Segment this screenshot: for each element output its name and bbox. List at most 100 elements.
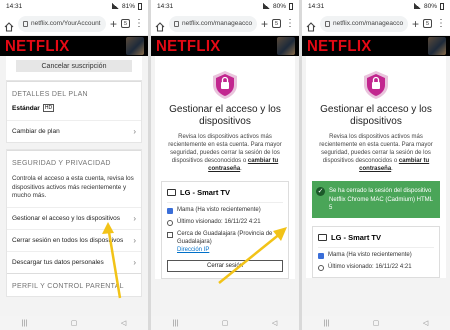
device-name: LG - Smart TV	[180, 188, 231, 198]
security-card: SEGURIDAD Y PRIVACIDAD Controla el acces…	[6, 149, 142, 297]
android-nav-bar: ||| ▢ ◁	[302, 316, 450, 330]
recents-icon[interactable]: |||	[173, 320, 178, 327]
page-description: Revisa los dispositivos activos más reci…	[319, 134, 433, 173]
manage-content: Gestionar el acceso y los dispositivos R…	[302, 56, 450, 316]
manage-content: Gestionar el acceso y los dispositivos R…	[151, 56, 299, 316]
new-tab-icon[interactable]: +	[261, 18, 268, 30]
menu-icon[interactable]: ⋮	[134, 18, 144, 29]
account-content: Cancelar suscripción DETALLES DEL PLAN E…	[0, 56, 148, 316]
phone-screen-signed-out: 14:31 80% netflix.com/manageacco + 5 ⋮ N…	[302, 0, 450, 330]
chevron-right-icon: ›	[133, 127, 136, 136]
avatar[interactable]	[277, 37, 295, 55]
ip-address-link[interactable]: Dirección IP	[177, 247, 209, 253]
battery-icon	[289, 2, 293, 10]
menu-icon[interactable]: ⋮	[436, 18, 446, 29]
device-last-seen-line: Último visionado: 16/11/22 4:21	[167, 215, 283, 227]
device-card: LG - Smart TV Mama (Ha visto recientemen…	[312, 225, 440, 279]
sign-out-all-link[interactable]: Cerrar sesión en todos los dispositivos ›	[7, 228, 141, 251]
netflix-header: NETFLIX	[0, 36, 148, 56]
profile-icon	[318, 252, 324, 259]
location-text: Cerca de Guadalajara (Provincia de Guada…	[177, 231, 273, 245]
battery-level: 81%	[121, 2, 135, 10]
success-message: Se ha cerrado la sesión del dispositivo …	[329, 188, 433, 211]
security-section-title: SEGURIDAD Y PRIVACIDAD	[7, 150, 141, 173]
netflix-header: NETFLIX	[151, 36, 299, 56]
home-button-icon[interactable]: ▢	[373, 319, 380, 327]
netflix-logo[interactable]: NETFLIX	[307, 37, 372, 55]
change-plan-link[interactable]: Cambiar de plan ›	[7, 120, 141, 142]
status-bar: 14:31 81%	[0, 0, 148, 12]
shield-icon	[155, 64, 295, 104]
tv-icon	[167, 189, 176, 197]
cancel-subscription-button[interactable]: Cancelar suscripción	[16, 60, 132, 72]
back-icon[interactable]: ◁	[121, 319, 126, 327]
battery-level: 80%	[423, 2, 437, 10]
phone-screen-account: 14:31 81% netflix.com/YourAccount + 5 ⋮ …	[0, 0, 148, 330]
chevron-right-icon: ›	[133, 213, 136, 223]
sign-out-all-label: Cerrar sesión en todos los dispositivos	[12, 236, 124, 244]
tv-icon	[318, 233, 327, 241]
profile-section-title: PERFIL Y CONTROL PARENTAL	[7, 272, 141, 296]
new-tab-icon[interactable]: +	[412, 18, 419, 30]
netflix-header: NETFLIX	[302, 36, 450, 56]
device-profile-line: Mama (Ha visto recientemente)	[318, 248, 434, 260]
device-profile-line: Mama (Ha visto recientemente)	[167, 203, 283, 215]
url-text: netflix.com/YourAccount	[31, 20, 101, 27]
home-icon[interactable]	[4, 19, 14, 32]
browser-toolbar: netflix.com/manageacco + 5 ⋮	[302, 12, 450, 36]
device-header: LG - Smart TV	[167, 188, 283, 204]
avatar[interactable]	[428, 37, 446, 55]
check-icon: ✓	[316, 187, 325, 197]
avatar[interactable]	[126, 37, 144, 55]
recents-icon[interactable]: |||	[324, 320, 329, 327]
home-icon[interactable]	[306, 19, 316, 32]
device-location-line: Cerca de Guadalajara (Provincia de Guada…	[167, 227, 283, 254]
cancel-area: Cancelar suscripción	[6, 56, 142, 80]
back-icon[interactable]: ◁	[423, 319, 428, 327]
profile-text: Mama (Ha visto recientemente)	[328, 251, 412, 258]
status-bar: 14:31 80%	[151, 0, 299, 12]
netflix-logo[interactable]: NETFLIX	[156, 37, 221, 55]
manage-panel: Gestionar el acceso y los dispositivos R…	[155, 56, 295, 280]
sign-out-device-button[interactable]: Cerrar sesión	[167, 260, 283, 273]
battery-icon	[440, 2, 444, 10]
netflix-logo[interactable]: NETFLIX	[5, 37, 70, 55]
lock-icon	[325, 20, 330, 27]
lock-icon	[174, 20, 179, 27]
tabs-icon[interactable]: 5	[121, 19, 130, 28]
signal-icon	[413, 3, 421, 9]
clock-icon	[167, 220, 173, 227]
new-tab-icon[interactable]: +	[110, 18, 117, 30]
address-bar[interactable]: netflix.com/manageacco	[320, 15, 408, 32]
tabs-icon[interactable]: 5	[423, 19, 432, 28]
download-data-link[interactable]: Descargar tus datos personales ›	[7, 250, 141, 273]
browser-toolbar: netflix.com/manageacco + 5 ⋮	[151, 12, 299, 36]
browser-toolbar: netflix.com/YourAccount + 5 ⋮	[0, 12, 148, 36]
device-card: LG - Smart TV Mama (Ha visto recientemen…	[161, 181, 289, 280]
recents-icon[interactable]: |||	[22, 320, 27, 327]
url-text: netflix.com/manageacco	[182, 20, 253, 27]
tabs-icon[interactable]: 5	[272, 19, 281, 28]
status-time: 14:31	[308, 2, 325, 10]
last-seen-text: Último visionado: 16/11/22 4:21	[177, 219, 261, 226]
address-bar[interactable]: netflix.com/YourAccount	[18, 15, 106, 32]
chevron-right-icon: ›	[133, 257, 136, 267]
download-data-label: Descargar tus datos personales	[12, 258, 104, 266]
status-bar: 14:31 80%	[302, 0, 450, 12]
device-header: LG - Smart TV	[318, 233, 434, 248]
plan-row: Estándar HD	[7, 104, 141, 120]
signal-icon	[262, 3, 270, 9]
plan-card: DETALLES DEL PLAN Estándar HD Cambiar de …	[6, 80, 142, 143]
menu-icon[interactable]: ⋮	[285, 18, 295, 29]
signout-success-banner: ✓ Se ha cerrado la sesión del dispositivo…	[312, 181, 440, 218]
chevron-right-icon: ›	[133, 235, 136, 245]
address-bar[interactable]: netflix.com/manageacco	[169, 15, 257, 32]
home-button-icon[interactable]: ▢	[222, 319, 229, 327]
manage-access-link[interactable]: Gestionar el acceso y los dispositivos ›	[7, 206, 141, 229]
change-plan-label: Cambiar de plan	[12, 128, 60, 135]
home-icon[interactable]	[155, 19, 165, 32]
url-text: netflix.com/manageacco	[333, 20, 404, 27]
back-icon[interactable]: ◁	[272, 319, 277, 327]
home-button-icon[interactable]: ▢	[71, 319, 78, 327]
phone-screen-manage-devices: 14:31 80% netflix.com/manageacco + 5 ⋮ N…	[151, 0, 299, 330]
